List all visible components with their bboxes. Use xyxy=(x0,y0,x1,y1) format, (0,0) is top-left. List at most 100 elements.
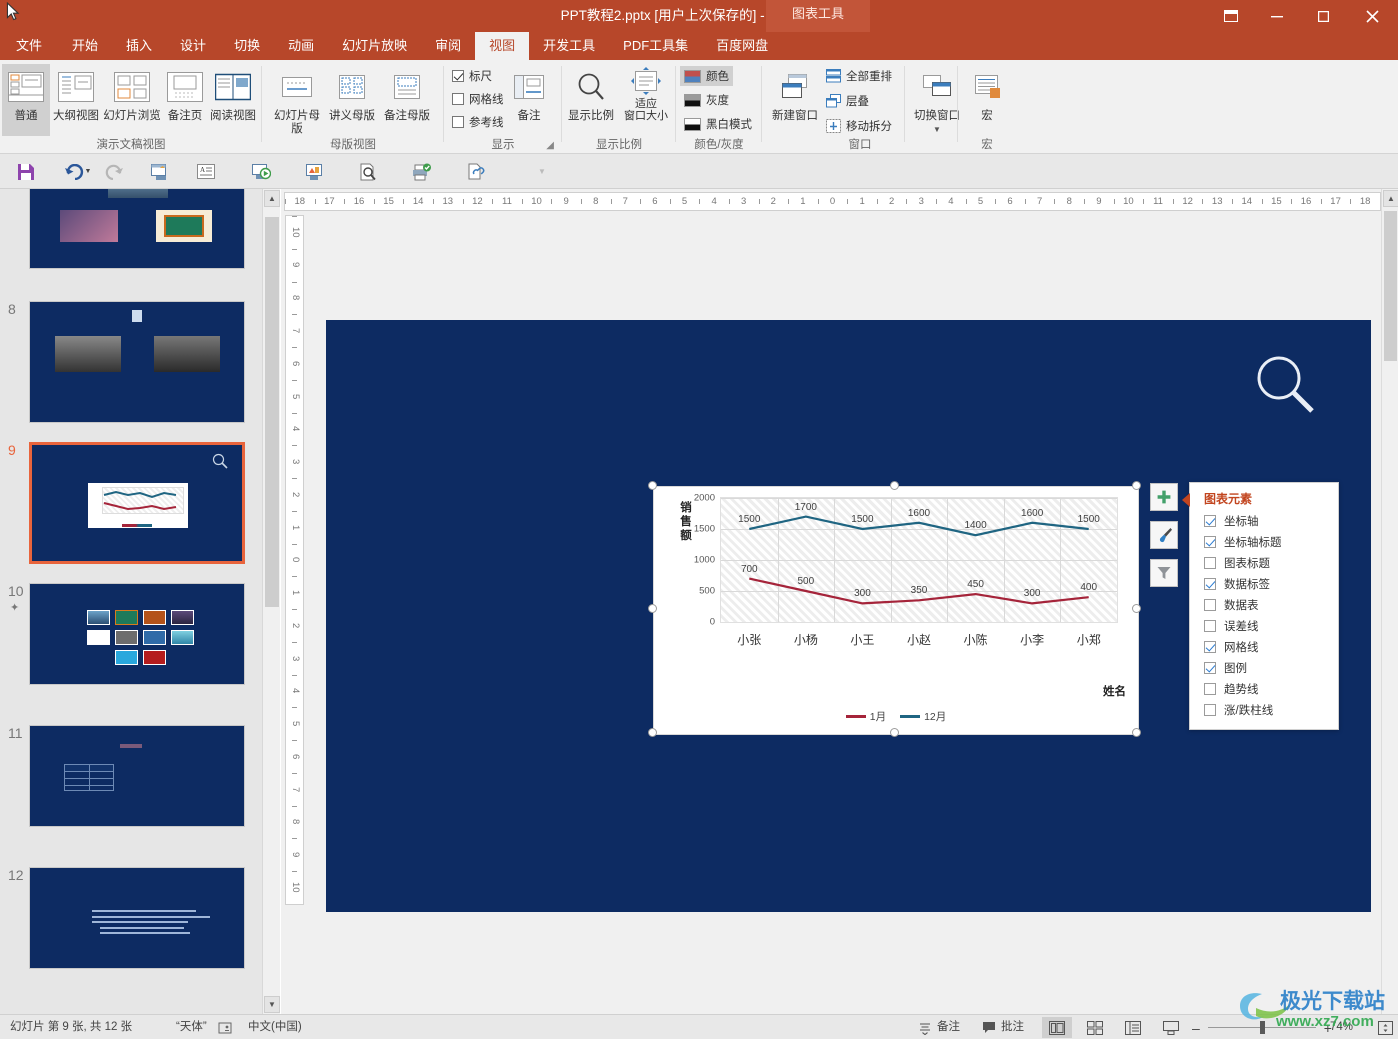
chart-data-label[interactable]: 1500 xyxy=(851,514,873,525)
ribbon-tab-4[interactable]: 切换 xyxy=(220,32,274,60)
custom-slideshow-icon[interactable] xyxy=(300,158,328,185)
chart-object[interactable]: 销售额 姓名 0 500 1000 1500 2000 小张 小杨 小王 小赵 小陈 小李 小郑 700… xyxy=(653,486,1139,735)
resize-handle-w[interactable] xyxy=(648,604,657,613)
vertical-ruler[interactable]: 10 9 8 7 6 5 4 3 2 1 0 1 2 3 4 5 6 7 8 9 10 xyxy=(285,215,304,905)
scroll-up-arrow-icon[interactable]: ▲ xyxy=(264,190,280,207)
thumbnail-slide-9[interactable]: 9 xyxy=(8,442,245,564)
chart-element-row[interactable]: 坐标轴标题 xyxy=(1204,531,1330,552)
chart-element-row[interactable]: 涨/跌柱线 xyxy=(1204,699,1330,720)
chart-data-label[interactable]: 1400 xyxy=(964,520,986,531)
ribbon-tab-8[interactable]: 视图 xyxy=(475,32,530,60)
ribbon-button-handout-master[interactable]: 讲义母版 xyxy=(326,64,378,136)
chart-data-label[interactable]: 450 xyxy=(967,579,984,590)
chart-data-label[interactable]: 1500 xyxy=(738,514,760,525)
chart-element-checkbox[interactable] xyxy=(1204,682,1216,695)
chart-data-label[interactable]: 1600 xyxy=(1021,508,1043,519)
status-comments-button[interactable]: 批注 xyxy=(982,1015,1024,1039)
ribbon-tab-0[interactable]: 文件 xyxy=(0,32,58,60)
ribbon-button-grayscale[interactable]: 灰度 xyxy=(680,90,733,110)
resize-handle-e[interactable] xyxy=(1132,604,1141,613)
chart-element-row[interactable]: 数据标签 xyxy=(1204,573,1330,594)
checkbox-guides[interactable]: 参考线 xyxy=(452,114,504,130)
ribbon-button-normal-view[interactable]: 普通 xyxy=(2,64,50,136)
ribbon-button-fit-to-window[interactable]: 适应 窗口大小 xyxy=(618,64,674,136)
ribbon-tab-7[interactable]: 审阅 xyxy=(421,32,475,60)
zoom-track[interactable] xyxy=(1207,1021,1316,1034)
chart-legend-item[interactable]: 1月 xyxy=(845,709,886,724)
save-icon[interactable] xyxy=(12,158,40,185)
chart-element-row[interactable]: 图例 xyxy=(1204,657,1330,678)
chart-elements-plus-icon[interactable] xyxy=(1150,483,1178,511)
chart-legend[interactable]: 1月 12月 xyxy=(654,709,1138,724)
thumbnail-slide-12[interactable]: 12 xyxy=(8,867,245,969)
view-button-slideshow[interactable] xyxy=(1156,1017,1186,1038)
chart-data-label[interactable]: 400 xyxy=(1080,582,1097,593)
status-notes-button[interactable]: 备注 xyxy=(918,1015,960,1039)
close-button[interactable] xyxy=(1346,0,1398,32)
chart-data-label[interactable]: 700 xyxy=(741,564,758,575)
chart-data-label[interactable]: 1700 xyxy=(795,502,817,513)
editor-vertical-scrollbar[interactable]: ▲ xyxy=(1381,189,1398,1014)
chart-element-checkbox[interactable] xyxy=(1204,619,1216,632)
chart-element-checkbox[interactable] xyxy=(1204,514,1216,527)
checkbox-gridlines[interactable]: 网格线 xyxy=(452,91,504,107)
chart-element-row[interactable]: 图表标题 xyxy=(1204,552,1330,573)
maximize-button[interactable] xyxy=(1300,0,1346,32)
chart-element-checkbox[interactable] xyxy=(1204,535,1216,548)
chart-element-checkbox[interactable] xyxy=(1204,577,1216,590)
fit-slide-to-window-icon[interactable] xyxy=(1370,1017,1398,1038)
ribbon-tab-1[interactable]: 开始 xyxy=(58,32,112,60)
chart-plot-area[interactable]: 0 500 1000 1500 2000 小张 小杨 小王 小赵 小陈 小李 小郑 700 500 300 3… xyxy=(694,493,1118,647)
chart-data-label[interactable]: 1500 xyxy=(1078,514,1100,525)
hyperlink-icon[interactable] xyxy=(462,158,490,185)
slide-magnifier-icon[interactable] xyxy=(1254,353,1316,415)
chart-styles-brush-icon[interactable] xyxy=(1150,521,1178,549)
ribbon-tab-3[interactable]: 设计 xyxy=(166,32,220,60)
ribbon-button-color[interactable]: 颜色 xyxy=(680,66,733,86)
status-theme-name[interactable]: “天体” xyxy=(176,1015,207,1039)
insert-text-icon[interactable]: A xyxy=(192,158,220,185)
quick-print-icon[interactable] xyxy=(408,158,436,185)
ribbon-button-blackwhite[interactable]: 黑白模式 xyxy=(680,114,756,134)
chart-data-label[interactable]: 350 xyxy=(911,585,928,596)
view-button-normal[interactable] xyxy=(1042,1017,1072,1038)
qat-more-icon[interactable]: ▼ xyxy=(534,158,550,185)
chart-data-label[interactable]: 500 xyxy=(798,576,815,587)
chart-element-row[interactable]: 坐标轴 xyxy=(1204,510,1330,531)
scroll-down-arrow-icon[interactable]: ▼ xyxy=(264,996,280,1013)
chart-series-line[interactable] xyxy=(749,515,1089,537)
thumbnail-pane-scrollbar[interactable]: ▲ ▼ xyxy=(262,189,280,1014)
ribbon-display-options-button[interactable] xyxy=(1208,0,1254,32)
ribbon-button-zoom[interactable]: 显示比例 xyxy=(564,64,618,136)
ribbon-button-cascade[interactable]: 层叠 xyxy=(826,93,869,109)
ribbon-button-macro[interactable]: 宏 xyxy=(960,64,1014,136)
ribbon-button-new-window[interactable]: 新建窗口 xyxy=(766,64,824,136)
ribbon-button-slide-master[interactable]: 幻灯片母版 xyxy=(268,64,326,136)
status-language[interactable]: 中文(中国) xyxy=(248,1015,302,1039)
accessibility-icon[interactable] xyxy=(218,1015,232,1039)
ribbon-button-notes[interactable]: 备注 xyxy=(504,64,554,136)
redo-icon[interactable] xyxy=(100,158,128,185)
ribbon-tab-11[interactable]: 百度网盘 xyxy=(702,32,782,60)
show-dialog-launcher[interactable]: ◢ xyxy=(546,140,554,151)
zoom-level-label[interactable]: 74% xyxy=(1330,1015,1353,1039)
editor-scrollbar-thumb[interactable] xyxy=(1384,211,1397,361)
resize-handle-se[interactable] xyxy=(1132,728,1141,737)
resize-handle-ne[interactable] xyxy=(1132,481,1141,490)
ribbon-tab-9[interactable]: 开发工具 xyxy=(529,32,609,60)
ribbon-button-outline-view[interactable]: 大纲视图 xyxy=(50,64,102,136)
resize-handle-sw[interactable] xyxy=(648,728,657,737)
chart-x-axis-title[interactable]: 姓名 xyxy=(1103,683,1126,699)
scrollbar-thumb[interactable] xyxy=(265,217,279,607)
chart-element-checkbox[interactable] xyxy=(1204,640,1216,653)
resize-handle-s[interactable] xyxy=(890,728,899,737)
chart-element-row[interactable]: 误差线 xyxy=(1204,615,1330,636)
ribbon-tab-5[interactable]: 动画 xyxy=(274,32,328,60)
resize-handle-nw[interactable] xyxy=(648,481,657,490)
chart-element-checkbox[interactable] xyxy=(1204,598,1216,611)
horizontal-ruler[interactable]: 18 17 16 15 14 13 12 11 10 9 8 7 6 5 4 3 2 1 0 1 2 3 4 5 6 7 8 9 10 1… xyxy=(284,192,1381,211)
status-slide-info[interactable]: 幻灯片 第 9 张, 共 12 张 xyxy=(10,1015,132,1039)
ribbon-button-notes-page[interactable]: 备注页 xyxy=(162,64,208,136)
minimize-button[interactable] xyxy=(1254,0,1300,32)
zoom-out-button[interactable]: – xyxy=(1192,1020,1200,1036)
